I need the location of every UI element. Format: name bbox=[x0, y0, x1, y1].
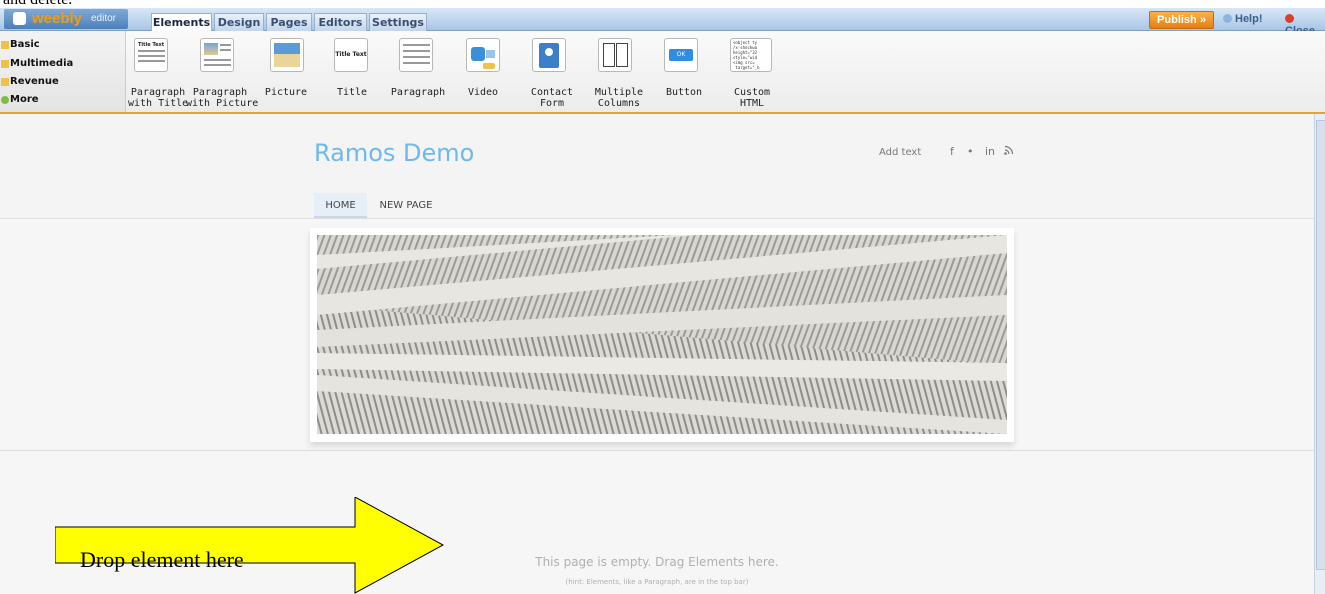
linkedin-icon[interactable]: in bbox=[985, 145, 995, 158]
weebly-logo-icon bbox=[13, 12, 26, 25]
banner-image[interactable] bbox=[317, 235, 1007, 434]
element-categories: Basic Multimedia Revenue More bbox=[0, 31, 126, 112]
scrollbar-thumb[interactable] bbox=[1316, 120, 1325, 570]
element-label: Button bbox=[665, 87, 703, 98]
category-more[interactable]: More bbox=[1, 94, 39, 105]
weebly-logo: weebly editor bbox=[4, 9, 128, 29]
element-label: Multiple Columns bbox=[594, 87, 644, 109]
tab-design[interactable]: Design bbox=[214, 13, 264, 31]
tab-settings[interactable]: Settings bbox=[369, 13, 427, 31]
site-title[interactable]: Ramos Demo bbox=[314, 139, 474, 167]
help-button[interactable]: Help! bbox=[1223, 13, 1263, 25]
element-label: Title bbox=[336, 87, 368, 98]
custom-html-icon[interactable]: <object ty /x-shockwa height="32 style="… bbox=[730, 38, 772, 72]
contact-form-icon[interactable] bbox=[532, 38, 566, 72]
element-label: Paragraph with Title bbox=[128, 87, 189, 109]
twitter-icon[interactable]: • bbox=[967, 145, 974, 158]
revenue-icon bbox=[1, 78, 9, 86]
element-label: Contact Form bbox=[530, 87, 574, 109]
paragraph-with-title-icon[interactable]: Title Text bbox=[134, 38, 168, 72]
paragraph-icon[interactable] bbox=[399, 38, 433, 72]
vertical-scrollbar[interactable] bbox=[1314, 114, 1325, 594]
facebook-icon[interactable]: f bbox=[950, 145, 954, 158]
button-icon[interactable]: OK bbox=[664, 38, 698, 72]
document-caption: and delete. bbox=[0, 0, 1325, 8]
more-icon bbox=[1, 96, 9, 104]
close-icon bbox=[1285, 14, 1294, 23]
video-icon[interactable] bbox=[466, 38, 500, 72]
logo-word: weebly bbox=[32, 10, 83, 27]
paragraph-with-picture-icon[interactable] bbox=[200, 38, 234, 72]
section-divider bbox=[0, 450, 1314, 451]
add-text-link[interactable]: Add text bbox=[879, 147, 921, 158]
element-label: Paragraph with Picture bbox=[186, 87, 259, 109]
tab-pages[interactable]: Pages bbox=[266, 13, 312, 31]
logo-sub: editor bbox=[91, 13, 117, 24]
help-icon bbox=[1223, 14, 1232, 23]
publish-button[interactable]: Publish » bbox=[1149, 11, 1214, 29]
nav-new-page[interactable]: NEW PAGE bbox=[373, 193, 439, 218]
element-label: Video bbox=[467, 87, 499, 98]
multimedia-icon bbox=[1, 60, 9, 68]
category-multimedia[interactable]: Multimedia bbox=[1, 58, 73, 69]
element-label: Custom HTML bbox=[733, 87, 771, 109]
basic-icon bbox=[1, 41, 9, 49]
category-basic[interactable]: Basic bbox=[1, 39, 40, 50]
picture-icon[interactable] bbox=[270, 38, 304, 72]
title-icon[interactable]: Title Text bbox=[334, 38, 368, 72]
callout-label: Drop element here bbox=[80, 547, 244, 572]
site-header bbox=[0, 114, 1314, 219]
element-label: Paragraph bbox=[390, 87, 446, 98]
element-label: Picture bbox=[264, 87, 308, 98]
rss-icon[interactable] bbox=[1004, 145, 1014, 158]
callout-arrow-icon bbox=[55, 497, 445, 594]
category-revenue[interactable]: Revenue bbox=[1, 76, 59, 87]
tab-editors[interactable]: Editors bbox=[314, 13, 367, 31]
multiple-columns-icon[interactable] bbox=[598, 38, 632, 72]
nav-home[interactable]: HOME bbox=[314, 193, 367, 218]
tab-elements[interactable]: Elements bbox=[151, 13, 212, 32]
